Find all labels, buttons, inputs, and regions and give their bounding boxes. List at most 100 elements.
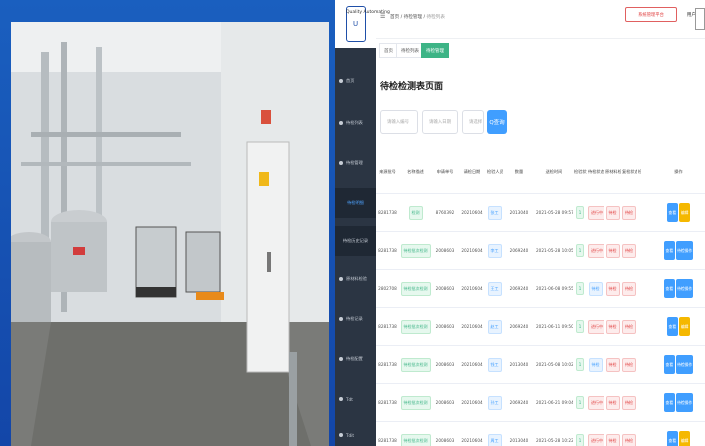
sidebar-item-tdt[interactable]: Tdt [335,384,376,414]
table-cell: 20210604 [458,345,486,384]
cell-text: 2008603 [435,400,455,405]
table-cell: 待检批次检测 [399,307,432,346]
cell-text: 20210604 [461,400,483,405]
table-cell: 2021-05-28 10:05 [535,231,573,270]
tab-list[interactable]: 待检列表 [396,43,424,58]
sidebar-subitem-detail[interactable]: 待检明细 [335,188,376,218]
filter-number-input[interactable]: 请输入编号 [380,110,418,134]
view-button[interactable]: 查看 [663,355,675,374]
table-cell: 8281738 [376,307,399,346]
table-cell: 查看 编辑 [641,421,705,446]
status-badge: 待检 [605,357,620,372]
table-row[interactable]: 8281738 检测 8760392 20210604 张工 2013040 2021-05… [376,193,705,232]
sidebar-item-config[interactable]: 待检配置 [335,344,376,374]
table-cell: 待检 [621,269,637,308]
action-button[interactable]: 待检操作 [676,355,694,374]
table-cell: 1 [573,345,587,384]
table-cell: 2021-06-21 09:04 [535,383,573,422]
sidebar-item-raw[interactable]: 原材料检验 [335,264,376,294]
view-button[interactable]: 查看 [663,393,675,412]
table-cell: 1 [573,231,587,270]
sidebar-item-list[interactable]: 待检列表 [335,108,376,138]
action-button[interactable]: 待检操作 [676,393,694,412]
table-row[interactable]: 8281738 待检批次检测 2008603 20210604 周工 2013040 202… [376,421,705,446]
filter-select[interactable]: 请选择 [462,110,484,134]
status-badge: 待检 [605,319,620,334]
breadcrumb-home[interactable]: 首页 [390,15,399,20]
count-tag: 1 [575,434,585,446]
sidebar-item-home[interactable]: 首页 [335,66,376,96]
action-button[interactable]: 待检操作 [676,241,694,260]
table-cell: 2802708 [376,269,399,308]
table-row[interactable]: 8281738 待检批次检测 2008603 20210604 李工 2069240 202… [376,231,705,270]
table-row[interactable]: 2802708 待检批次检测 2008603 20210604 王工 2069240 202… [376,269,705,308]
table-cell: 8281738 [376,231,399,270]
table-cell: 待检 [621,421,637,446]
config-icon [339,357,343,361]
table-row[interactable]: 8281738 待检批次检测 2008603 20210604 孙工 2069240 202… [376,383,705,422]
count-tag: 1 [575,206,585,219]
cell-text: 20210604 [461,362,483,367]
platform-pill[interactable]: 系统管理平台 [625,7,677,22]
name-tag: 待检批次检测 [400,357,431,372]
table-cell: 2008603 [432,421,458,446]
edit-button[interactable]: 编辑 [679,203,691,222]
avatar[interactable] [695,8,705,30]
status-badge: 进行中 [588,243,604,258]
table-cell: 2008603 [432,269,458,308]
table-cell: 查看 待检操作 [641,231,705,270]
table-cell: 8281738 [376,421,399,446]
view-button[interactable]: 查看 [663,279,675,298]
cell-text: 8281738 [378,400,397,405]
status-badge: 进行中 [588,205,604,220]
table-cell: 待检批次检测 [399,383,432,422]
table-cell: 20210604 [458,421,486,446]
table-cell: 1 [573,269,587,308]
cell-text: 20210604 [461,248,483,253]
sidebar-item-manage[interactable]: 待检管理 [335,148,376,178]
status-badge: 待检 [605,205,620,220]
view-button[interactable]: 查看 [663,241,675,260]
sidebar-item-records[interactable]: 待检记录 [335,304,376,334]
filter-date-input[interactable]: 请输入日期 [422,110,458,134]
view-button[interactable]: 查看 [666,317,678,336]
sidebar-item-tdit[interactable]: Tdit [335,420,376,446]
inspector-tag: 王工 [487,281,502,296]
sidebar-subitem-history[interactable]: 待检历史记录 [335,226,376,256]
cell-text: 2013040 [509,210,529,215]
edit-button[interactable]: 编辑 [679,431,691,446]
cell-text: 2021-06-21 09:04 [536,400,573,405]
list-icon [339,121,343,125]
page-title: 待检检测表页面 [380,82,444,92]
cell-text: 2008603 [435,324,455,329]
action-button[interactable]: 待检操作 [676,279,694,298]
status-badge: 待检 [622,319,636,334]
cell-text: 2021-06-11 09:50 [536,324,573,329]
cell-text: 2021-05-28 09:57 [536,210,573,215]
table-cell: 8281738 [376,345,399,384]
cell-text: 20210604 [461,438,483,443]
cell-text: 20210604 [461,324,483,329]
logo: U [335,0,376,48]
search-button[interactable]: Q查询 [487,110,507,134]
count-tag: 1 [575,358,585,371]
cell-text: 2008603 [435,286,455,291]
table-row[interactable]: 8281738 待检批次检测 2008603 20210604 钱工 2013040 202… [376,345,705,384]
inspector-tag: 赵工 [487,319,502,334]
table-cell: 2008603 [432,231,458,270]
name-tag: 检测 [408,205,423,220]
table-cell: 待检 [604,383,621,422]
status-badge: 待检 [605,281,620,296]
view-button[interactable]: 查看 [666,431,678,446]
edit-button[interactable]: 编辑 [679,317,691,336]
hamburger-icon[interactable]: ☰ [380,14,386,20]
breadcrumb-mid[interactable]: 待检管理 [404,15,422,20]
table-row[interactable]: 8281738 待检批次检测 2008603 20210604 赵工 2069240 202… [376,307,705,346]
view-button[interactable]: 查看 [666,203,678,222]
table-cell: 2021-06-11 09:50 [535,307,573,346]
cell-text: 2802708 [378,286,397,291]
status-badge: 待检 [622,205,636,220]
col-header: 数量 [503,151,535,194]
tab-manage[interactable]: 待检管理 [421,43,449,58]
table-cell: 待检批次检测 [399,269,432,308]
